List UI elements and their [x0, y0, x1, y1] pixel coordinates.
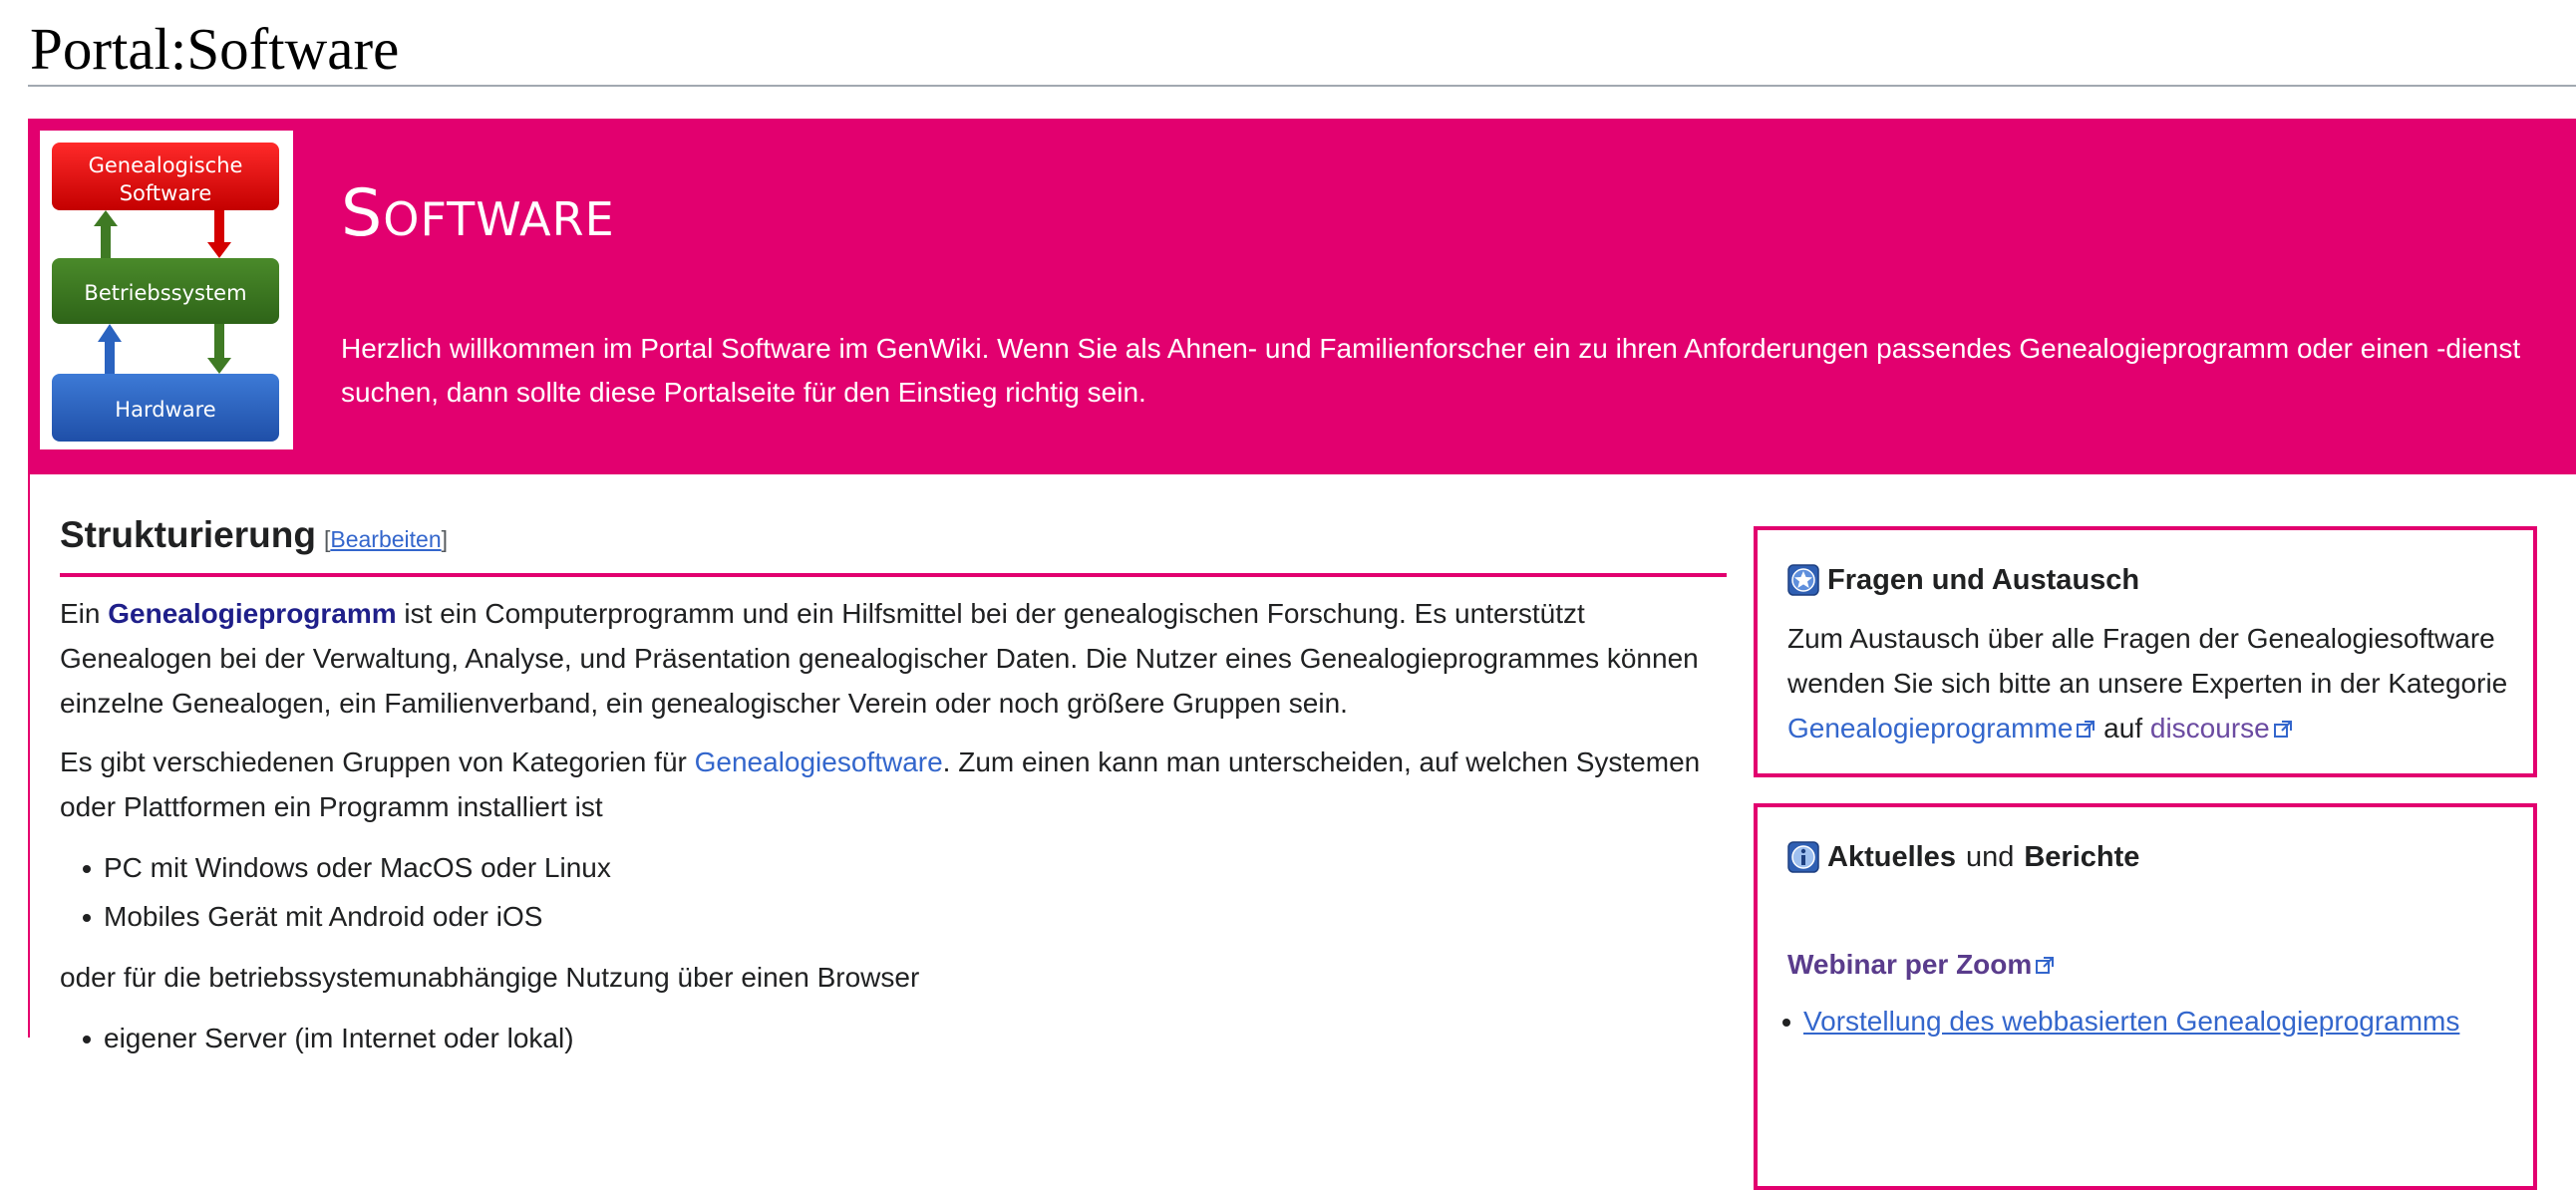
- diagram-label-hardware: Hardware: [115, 398, 215, 422]
- questions-mid-text: auf: [2095, 713, 2150, 744]
- questions-box: Fragen und Austausch Zum Austausch über …: [1754, 526, 2537, 777]
- edit-section-link[interactable]: Bearbeiten: [330, 526, 441, 552]
- info-icon: [1787, 841, 1819, 873]
- edit-section: [Bearbeiten]: [324, 526, 448, 552]
- discourse-link[interactable]: discourse: [2150, 713, 2293, 744]
- diagram-label-os: Betriebssystem: [84, 281, 246, 305]
- browser-list: eigener Server (im Internet oder lokal): [60, 1014, 1727, 1062]
- news-heading-b: Berichte: [2024, 841, 2140, 873]
- page-title: Portal:Software: [30, 16, 400, 82]
- questions-heading-text: Fragen und Austausch: [1827, 564, 2140, 596]
- external-link-icon: [2077, 721, 2095, 738]
- questions-heading: Fragen und Austausch: [1787, 560, 2139, 600]
- section-divider: [60, 573, 1727, 577]
- genealogieprogramme-link[interactable]: Genealogieprogramme: [1787, 713, 2095, 744]
- news-heading-a: Aktuelles: [1827, 841, 1956, 873]
- software-layers-diagram[interactable]: Genealogische Software Betriebssystem Ha…: [40, 131, 293, 449]
- arrow-down-icon: [207, 324, 231, 374]
- list-item: eigener Server (im Internet oder lokal): [60, 1014, 1727, 1062]
- arrow-up-icon: [98, 324, 122, 374]
- news-heading-mid: und: [1965, 841, 2015, 873]
- webinar-link-label: Webinar per Zoom: [1787, 949, 2033, 980]
- paragraph: Ein Genealogieprogramm ist ein Computerp…: [60, 591, 1727, 726]
- paragraph: Es gibt verschiedenen Gruppen von Katego…: [60, 740, 1727, 829]
- portal-container: Genealogische Software Betriebssystem Ha…: [28, 119, 2576, 1190]
- section-heading-text: Strukturierung: [60, 514, 316, 555]
- title-divider: [28, 85, 2576, 87]
- webinar-link[interactable]: Webinar per Zoom: [1787, 945, 2055, 985]
- paragraph: oder für die betriebssystemunabhängige N…: [60, 962, 920, 993]
- arrow-down-icon: [207, 210, 231, 258]
- platform-list: PC mit Windows oder MacOS oder Linux Mob…: [60, 843, 1727, 941]
- list-item: Mobiles Gerät mit Android oder iOS: [60, 892, 1727, 941]
- questions-body: Zum Austausch über alle Fragen der Genea…: [1787, 623, 2508, 699]
- section-heading: Strukturierung [Bearbeiten]: [60, 509, 1727, 565]
- news-heading: Aktuelles und Berichte: [1787, 837, 2139, 877]
- news-box: Aktuelles und Berichte Webinar per Zoom Vo…: [1754, 803, 2537, 1190]
- paragraph-text: Ein: [60, 598, 109, 629]
- genealogieprogramme-link-label: Genealogieprogramme: [1787, 713, 2074, 744]
- edit-bracket-close: ]: [441, 526, 448, 552]
- arrow-up-icon: [94, 210, 118, 258]
- star-icon: [1787, 564, 1819, 596]
- questions-text: Zum Austausch über alle Fragen der Genea…: [1787, 616, 2515, 750]
- genealogieprogramm-link[interactable]: Genealogieprogramm: [108, 598, 396, 629]
- discourse-link-label: discourse: [2149, 713, 2270, 744]
- external-link-icon: [2036, 957, 2055, 974]
- main-column: Strukturierung [Bearbeiten] Ein Genealogi…: [60, 509, 1727, 1076]
- genealogiesoftware-link[interactable]: Genealogiesoftware: [695, 746, 943, 777]
- diagram-label-software-2: Software: [120, 181, 212, 205]
- paragraph-text: Es gibt verschiedenen Gruppen von Katego…: [60, 746, 695, 777]
- diagram-label-software-1: Genealogische: [89, 153, 243, 177]
- list-item: Vorstellung des webbasierten Genealogiep…: [1760, 997, 2517, 1045]
- banner-title: Software: [341, 176, 615, 251]
- portal-banner: Genealogische Software Betriebssystem Ha…: [30, 119, 2576, 474]
- external-link-icon: [2273, 721, 2292, 738]
- banner-intro: Herzlich willkommen im Portal Software i…: [341, 333, 2521, 408]
- news-item-link[interactable]: Vorstellung des webbasierten Genealogiep…: [1803, 1006, 2459, 1037]
- news-list: Vorstellung des webbasierten Genealogiep…: [1760, 997, 2517, 1045]
- list-item: PC mit Windows oder MacOS oder Linux: [60, 843, 1727, 892]
